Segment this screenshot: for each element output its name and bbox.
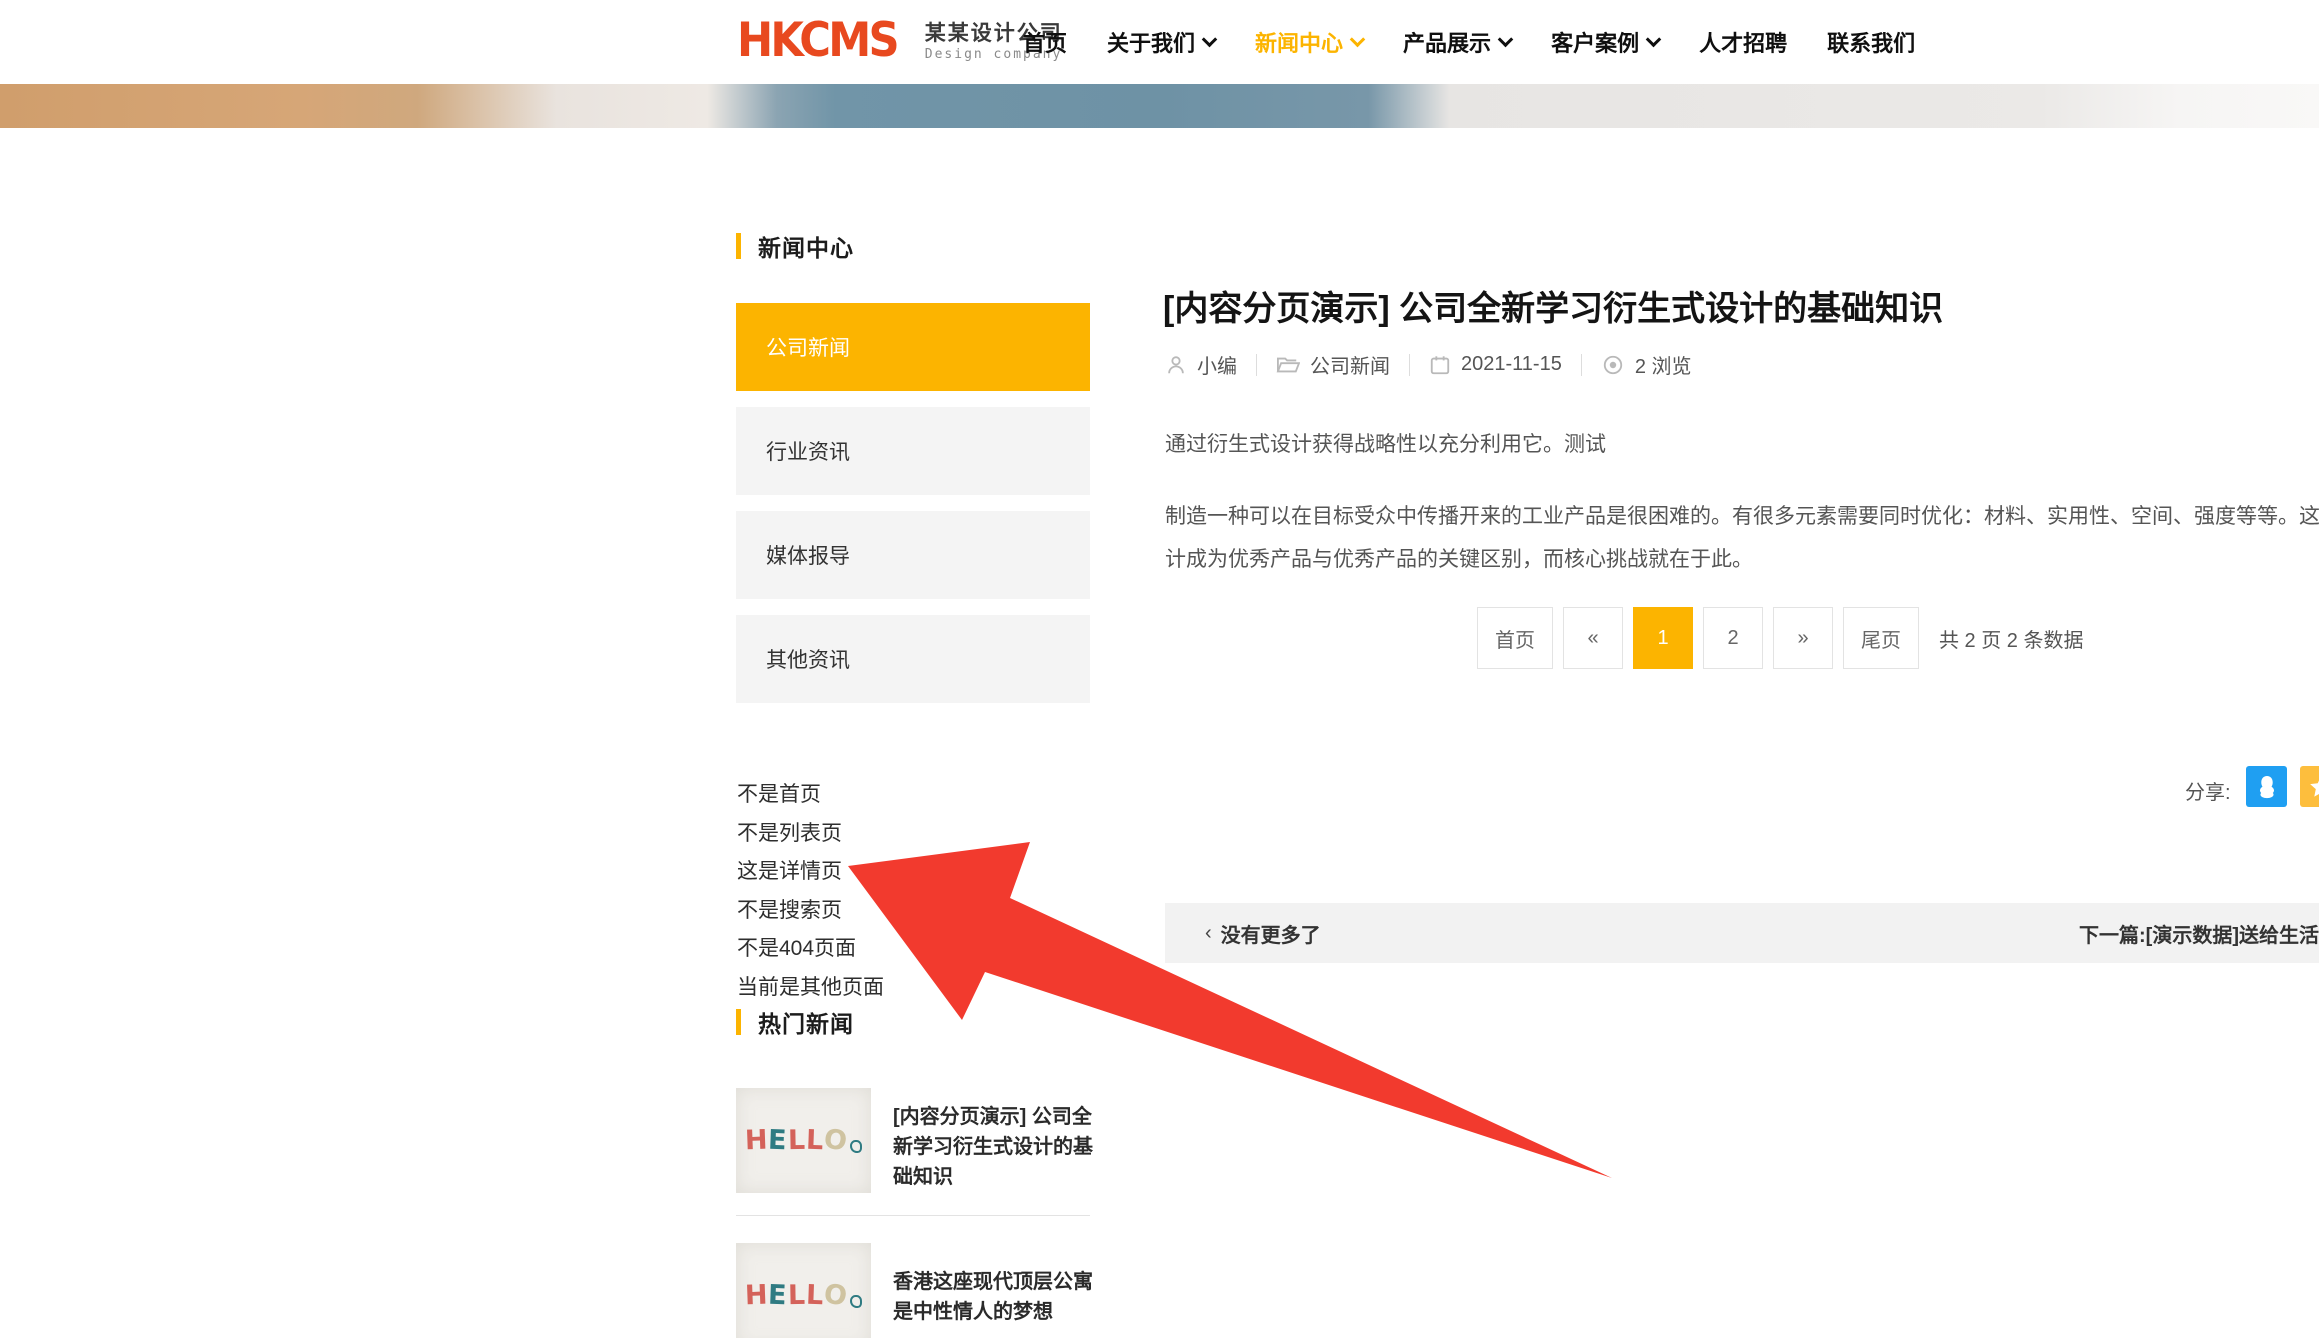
doodle-icon	[850, 1140, 862, 1153]
hot-news-item[interactable]: HELLO 香港这座现代顶层公寓是中性情人的梦想	[736, 1243, 1098, 1338]
prev-article-text: 没有更多了	[1221, 919, 1321, 948]
nav-item-news[interactable]: 新闻中心	[1255, 26, 1363, 58]
chevron-down-icon	[1646, 31, 1662, 47]
debug-line: 不是404页面	[737, 930, 884, 969]
menu-item-label: 行业资讯	[766, 436, 850, 466]
accent-bar	[736, 233, 741, 259]
logo-wordmark: HKCMS	[737, 13, 897, 69]
menu-item-label: 媒体报导	[766, 540, 850, 570]
divider	[1409, 354, 1410, 376]
hot-news-thumbnail[interactable]: HELLO	[736, 1243, 871, 1338]
article-title: [内容分页演示] 公司全新学习衍生式设计的基础知识	[1163, 281, 1943, 330]
sidebar-section-heading: 新闻中心	[736, 232, 854, 260]
sidebar-item-other-info[interactable]: 其他资讯	[736, 615, 1090, 703]
author-text: 小编	[1197, 350, 1237, 379]
menu-item-label: 其他资讯	[766, 644, 850, 674]
nav-item-jobs[interactable]: 人才招聘	[1699, 26, 1787, 58]
debug-line: 这是详情页	[737, 853, 884, 892]
hot-news-thumbnail[interactable]: HELLO	[736, 1088, 871, 1193]
share-label: 分享:	[2185, 776, 2231, 805]
calendar-icon	[1429, 354, 1451, 376]
next-article-link[interactable]: 下一篇:[演示数据]送给生活	[2079, 903, 2319, 963]
sidebar-item-company-news[interactable]: 公司新闻	[736, 303, 1090, 391]
menu-item-label: 公司新闻	[766, 332, 850, 362]
penguin-icon	[2253, 773, 2281, 801]
eye-icon	[1601, 354, 1625, 376]
pagination-last-button[interactable]: 尾页	[1843, 607, 1919, 669]
page-type-debug-list: 不是首页 不是列表页 这是详情页 不是搜索页 不是404页面 当前是其他页面	[737, 776, 884, 1007]
hot-news-heading: 热门新闻	[736, 1008, 854, 1036]
nav-item-label: 人才招聘	[1699, 26, 1787, 58]
pagination-first-button[interactable]: 首页	[1477, 607, 1553, 669]
nav-item-label: 客户案例	[1551, 26, 1639, 58]
star-icon	[2308, 774, 2319, 800]
meta-author: 小编	[1165, 350, 1237, 379]
chevron-left-icon: ‹	[1205, 922, 1212, 945]
chevron-down-icon	[1202, 31, 1218, 47]
pagination-next-button[interactable]: »	[1773, 607, 1833, 669]
meta-views: 2 浏览	[1601, 350, 1692, 379]
prev-next-bar: ‹ 没有更多了 下一篇:[演示数据]送给生活	[1165, 903, 2319, 963]
divider	[736, 1215, 1090, 1216]
nav-item-label: 产品展示	[1403, 26, 1491, 58]
nav-item-label: 首页	[1023, 26, 1067, 58]
hello-image: HELLO	[745, 1125, 862, 1156]
nav-item-about[interactable]: 关于我们	[1107, 26, 1215, 58]
nav-item-products[interactable]: 产品展示	[1403, 26, 1511, 58]
red-arrow-annotation	[0, 0, 2319, 1338]
nav-item-contact[interactable]: 联系我们	[1827, 26, 1915, 58]
hero-banner-image	[0, 84, 2319, 128]
hot-news-item-title[interactable]: [内容分页演示] 公司全新学习衍生式设计的基础知识	[893, 1088, 1098, 1193]
meta-date: 2021-11-15	[1429, 353, 1562, 376]
debug-line: 不是首页	[737, 776, 884, 815]
article-paragraph: 通过衍生式设计获得战略性以充分利用它。测试	[1165, 428, 1606, 458]
article-paragraph: 制造一种可以在目标受众中传播开来的工业产品是很困难的。有很多元素需要同时优化：材…	[1165, 500, 2319, 530]
accent-bar	[736, 1009, 741, 1035]
prev-article-link[interactable]: ‹ 没有更多了	[1205, 903, 1321, 963]
qzone-share-icon[interactable]	[2300, 766, 2319, 807]
debug-line: 当前是其他页面	[737, 969, 884, 1008]
page: HKCMS 某某设计公司 Design company 首页 关于我们 新闻中心…	[0, 0, 2319, 1338]
sidebar-item-media-report[interactable]: 媒体报导	[736, 511, 1090, 599]
pagination-page-1-button[interactable]: 1	[1633, 607, 1693, 669]
meta-category: 公司新闻	[1276, 350, 1390, 379]
views-text: 2 浏览	[1635, 350, 1692, 379]
article-meta: 小编 公司新闻 2021-11-15 2 浏览	[1165, 350, 1692, 379]
top-header: HKCMS 某某设计公司 Design company 首页 关于我们 新闻中心…	[0, 0, 2319, 84]
hot-news-item[interactable]: HELLO [内容分页演示] 公司全新学习衍生式设计的基础知识	[736, 1088, 1098, 1193]
pagination-prev-button[interactable]: «	[1563, 607, 1623, 669]
pagination-page-2-button[interactable]: 2	[1703, 607, 1763, 669]
qq-share-icon[interactable]	[2246, 766, 2287, 807]
nav-item-cases[interactable]: 客户案例	[1551, 26, 1659, 58]
sidebar-section-title: 新闻中心	[758, 229, 854, 263]
chevron-down-icon	[1350, 31, 1366, 47]
nav-item-label: 新闻中心	[1255, 26, 1343, 58]
doodle-icon	[850, 1295, 862, 1308]
nav-item-home[interactable]: 首页	[1023, 26, 1067, 58]
divider	[1256, 354, 1257, 376]
folder-icon	[1276, 354, 1300, 376]
date-text: 2021-11-15	[1461, 353, 1562, 376]
hello-image: HELLO	[745, 1280, 862, 1311]
debug-line: 不是搜索页	[737, 892, 884, 931]
person-icon	[1165, 354, 1187, 376]
main-nav: 首页 关于我们 新闻中心 产品展示 客户案例 人才招聘 联系我们	[1023, 0, 1915, 84]
hot-news-title: 热门新闻	[758, 1005, 854, 1039]
nav-item-label: 关于我们	[1107, 26, 1195, 58]
site-logo[interactable]: HKCMS 某某设计公司 Design company	[737, 13, 1063, 69]
pagination-summary: 共 2 页 2 条数据	[1939, 624, 2083, 653]
chevron-down-icon	[1498, 31, 1514, 47]
debug-line: 不是列表页	[737, 815, 884, 854]
article-paragraph: 计成为优秀产品与优秀产品的关键区别，而核心挑战就在于此。	[1165, 543, 1753, 573]
sidebar-item-industry-info[interactable]: 行业资讯	[736, 407, 1090, 495]
sidebar-category-menu: 公司新闻 行业资讯 媒体报导 其他资讯	[736, 303, 1090, 719]
category-text: 公司新闻	[1310, 350, 1390, 379]
divider	[1581, 354, 1582, 376]
pagination: 首页 « 1 2 » 尾页 共 2 页 2 条数据	[1477, 607, 2083, 669]
nav-item-label: 联系我们	[1827, 26, 1915, 58]
hot-news-item-title[interactable]: 香港这座现代顶层公寓是中性情人的梦想	[893, 1243, 1098, 1338]
